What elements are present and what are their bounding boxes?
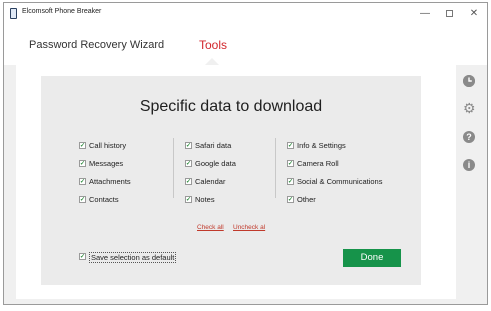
header-nav: Password Recovery Wizard Tools — [4, 25, 487, 65]
history-icon[interactable] — [463, 75, 475, 87]
panel-title: Specific data to download — [139, 98, 323, 115]
clock-icon — [463, 75, 475, 87]
column-divider — [173, 138, 174, 198]
option-label: Other — [297, 195, 316, 204]
option-label: Attachments — [89, 177, 131, 186]
check-all-link[interactable]: Check all — [197, 224, 224, 231]
download-options-panel: Specific data to download ✓ Call history… — [41, 76, 421, 285]
active-tab-caret — [205, 58, 219, 65]
help-icon[interactable]: ? — [463, 131, 475, 143]
uncheck-all-link[interactable]: Uncheck al — [233, 224, 265, 231]
tab-password-recovery-wizard[interactable]: Password Recovery Wizard — [29, 39, 164, 51]
done-button[interactable]: Done — [343, 249, 401, 267]
checkbox[interactable]: ✓ — [185, 196, 192, 203]
checkbox[interactable]: ✓ — [185, 178, 192, 185]
checkbox[interactable]: ✓ — [287, 196, 294, 203]
info-icon[interactable]: i — [463, 159, 475, 171]
checkbox[interactable]: ✓ — [287, 142, 294, 149]
option-label: Notes — [195, 195, 215, 204]
maximize-icon — [445, 9, 453, 17]
option-label: Google data — [195, 159, 236, 168]
option-label: Messages — [89, 159, 124, 168]
checkbox[interactable]: ✓ — [287, 160, 294, 167]
maximize-button[interactable] — [439, 6, 459, 22]
content-area: Specific data to download ✓ Call history… — [16, 65, 456, 299]
phone-icon — [10, 8, 17, 19]
close-button[interactable]: ✕ — [464, 6, 484, 22]
option-label: Call history — [89, 141, 127, 150]
save-default-label: Save selection as default — [89, 252, 177, 263]
option-label: Info & Settings — [297, 141, 346, 150]
window-title: Elcomsoft Phone Breaker — [22, 8, 102, 15]
option-label: Calendar — [195, 177, 226, 186]
checkbox[interactable]: ✓ — [79, 196, 86, 203]
option-label: Safari data — [195, 141, 232, 150]
minimize-button[interactable]: — — [415, 6, 435, 22]
checkbox[interactable]: ✓ — [79, 142, 86, 149]
column-divider — [275, 138, 276, 198]
checkbox[interactable]: ✓ — [287, 178, 294, 185]
option-label: Camera Roll — [297, 159, 339, 168]
gear-icon[interactable]: ⚙ — [463, 101, 476, 115]
app-window: Elcomsoft Phone Breaker — ✕ Password Rec… — [3, 2, 488, 305]
checkbox[interactable]: ✓ — [79, 178, 86, 185]
checkbox[interactable]: ✓ — [185, 142, 192, 149]
checkbox[interactable]: ✓ — [185, 160, 192, 167]
option-label: Social & Communications — [297, 177, 383, 186]
tab-tools[interactable]: Tools — [199, 38, 227, 52]
option-label: Contacts — [89, 195, 119, 204]
title-bar: Elcomsoft Phone Breaker — ✕ — [4, 3, 487, 25]
checkbox[interactable]: ✓ — [79, 253, 86, 260]
checkbox[interactable]: ✓ — [79, 160, 86, 167]
